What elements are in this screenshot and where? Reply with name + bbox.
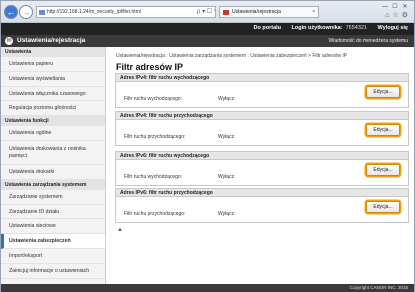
sidebar-item-display[interactable]: Ustawienia wyświetlania	[1, 72, 105, 87]
edit-button[interactable]: Edycja...	[366, 201, 400, 213]
sidebar-group-heading: Ustawienia	[1, 47, 105, 57]
window-controls: — ☐ ✕	[380, 3, 410, 10]
settings-app-icon: ✉	[5, 37, 13, 45]
minimize-icon[interactable]: —	[380, 4, 390, 10]
sidebar-item-media-print[interactable]: Ustawienia drukowania z nośnika pamięci	[1, 141, 105, 165]
app-header: ✉ Ustawienia/rejestracja Wiadomość do me…	[1, 35, 414, 47]
sidebar-item-initialize[interactable]: Zainicjuj informacje o ustawieniach	[1, 264, 105, 279]
browser-toolbar: ← → http://192.168.1.24/m_security_ipfil…	[1, 1, 414, 23]
page-icon	[39, 10, 45, 15]
browser-tab[interactable]: Ustawienia/rejestracja ×	[219, 6, 319, 18]
address-tools[interactable]: ρ ▾ ☐ ↻	[197, 7, 215, 17]
section-heading: Adres IPv4: filtr ruchu wychodzącego	[116, 74, 408, 82]
login-label: Login użytkownika:	[291, 25, 343, 31]
section-row-label: Filtr ruchu przychodzącego:	[124, 211, 186, 217]
section-row-value: Wyłącz	[218, 134, 235, 140]
address-bar[interactable]: http://192.168.1.24/m_security_ipfilter.…	[36, 6, 216, 18]
section-row-value: Wyłącz	[218, 96, 235, 102]
section-row-label: Filtr ruchu wychodzącego:	[124, 174, 183, 180]
ipv6-inbound-section: Adres IPv6: filtr ruchu przychodzącego F…	[115, 188, 409, 223]
close-icon[interactable]: ✕	[400, 3, 410, 10]
section-row-value: Wyłącz	[218, 211, 235, 217]
app-title: Ustawienia/rejestracja	[17, 37, 86, 44]
sidebar-group-heading: Ustawienia zarządzania systemem	[1, 179, 105, 190]
browser-tool-icons: ⌂ ☆ ⚙	[382, 11, 408, 19]
logout-link[interactable]: Wyloguj się	[378, 25, 408, 31]
tab-title: Ustawienia/rejestracja	[232, 9, 281, 15]
ipv4-outbound-section: Adres IPv4: filtr ruchu wychodzącego Fil…	[115, 73, 409, 108]
maximize-icon[interactable]: ☐	[390, 3, 400, 10]
portal-link[interactable]: Do portalu	[254, 25, 282, 31]
breadcrumb: Ustawienia/rejestracja : Ustawienia zarz…	[116, 53, 348, 59]
edit-button[interactable]: Edycja...	[366, 164, 400, 176]
edit-button[interactable]: Edycja...	[366, 86, 400, 98]
scroll-to-top-icon[interactable]: ▲	[117, 227, 123, 233]
login-user: 7654321	[345, 25, 367, 31]
home-icon[interactable]: ⌂	[385, 12, 389, 19]
browser-window: ← → http://192.168.1.24/m_security_ipfil…	[0, 0, 415, 292]
sidebar-item-paper[interactable]: Ustawienia papieru	[1, 57, 105, 72]
main-content: Ustawienia/rejestracja : Ustawienia zarz…	[110, 47, 410, 284]
mail-manager-link[interactable]: Wiadomość do menedżera systemu	[329, 38, 408, 44]
sidebar-item-security[interactable]: Ustawienia zabezpieczeń	[1, 234, 105, 249]
address-text: http://192.168.1.24/m_security_ipfilter.…	[47, 9, 141, 15]
section-row-value: Wyłącz	[218, 174, 235, 180]
section-heading: Adres IPv6: filtr ruchu przychodzącego	[116, 189, 408, 197]
sidebar-item-system-management[interactable]: Zarządzanie systemem	[1, 190, 105, 205]
sidebar-item-general[interactable]: Ustawienia ogólne	[1, 126, 105, 141]
sidebar-group-heading: Ustawienia funkcji	[1, 116, 105, 127]
sidebar-item-department-id[interactable]: Zarządzanie ID działu	[1, 205, 105, 220]
section-row-label: Filtr ruchu wychodzącego:	[124, 96, 183, 102]
ipv6-outbound-section: Adres IPv6: filtr ruchu wychodzącego Fil…	[115, 151, 409, 186]
section-heading: Adres IPv6: filtr ruchu wychodzącego	[116, 152, 408, 160]
back-button[interactable]: ←	[4, 5, 18, 19]
sidebar-item-printer[interactable]: Ustawienia drukarki	[1, 165, 105, 180]
sidebar: Ustawienia Ustawienia papieru Ustawienia…	[1, 47, 106, 284]
section-heading: Adres IPv4: filtr ruchu przychodzącego	[116, 112, 408, 120]
sidebar-item-timer[interactable]: Ustawienia włącznika czasowego	[1, 87, 105, 102]
page-title: Filtr adresów IP	[116, 62, 184, 72]
footer: Copyright CANON INC. 2015	[1, 284, 414, 292]
copyright-text: Copyright CANON INC. 2015	[349, 285, 408, 290]
edit-button[interactable]: Edycja...	[366, 124, 400, 136]
tab-close-icon[interactable]: ×	[312, 7, 315, 17]
sidebar-item-network[interactable]: Ustawienia sieciowe	[1, 219, 105, 235]
forward-button[interactable]: →	[19, 5, 33, 19]
top-user-bar: Do portalu Login użytkownika: 7654321 Wyl…	[1, 23, 414, 35]
settings-gear-icon[interactable]: ⚙	[402, 12, 408, 19]
ipv4-inbound-section: Adres IPv4: filtr ruchu przychodzącego F…	[115, 111, 409, 146]
sidebar-item-volume[interactable]: Regulacja poziomu głośności	[1, 101, 105, 117]
tab-favicon-icon	[223, 10, 229, 15]
sidebar-item-import-export[interactable]: Import/eksport	[1, 249, 105, 264]
section-row-label: Filtr ruchu przychodzącego:	[124, 134, 186, 140]
favorites-icon[interactable]: ☆	[392, 12, 398, 19]
